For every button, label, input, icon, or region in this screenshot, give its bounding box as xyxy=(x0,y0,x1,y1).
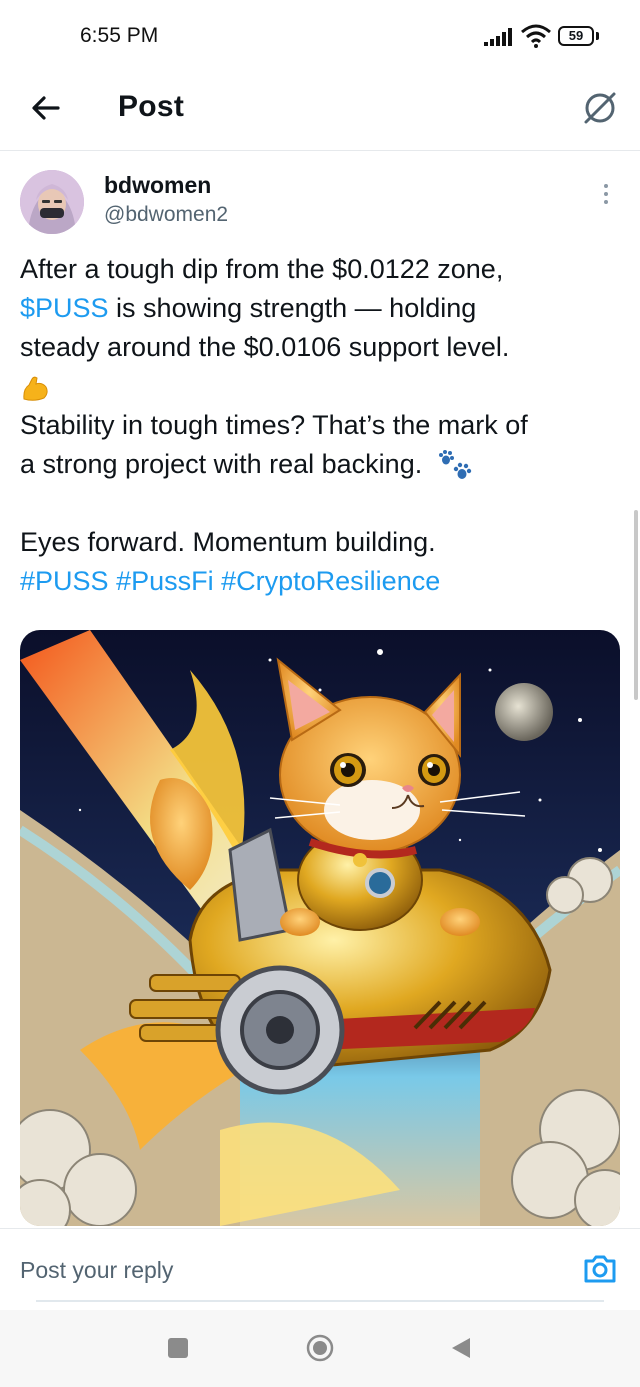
home-icon[interactable] xyxy=(306,1334,334,1362)
hashtag-line: #PUSS #PussFi #CryptoResilience xyxy=(20,562,620,601)
tweet-line: After a tough dip from the $0.0122 zone, xyxy=(20,254,504,284)
scrollbar[interactable] xyxy=(634,510,638,700)
tweet-line: Stability in tough times? That’s the mar… xyxy=(20,410,528,440)
cashtag-link[interactable]: $PUSS xyxy=(20,293,109,323)
flexed-biceps-emoji xyxy=(23,376,48,401)
arrow-left-icon[interactable] xyxy=(28,90,64,126)
battery-tip xyxy=(596,32,599,40)
signal-icon xyxy=(484,28,512,46)
divider xyxy=(36,1300,604,1302)
recent-apps-icon[interactable] xyxy=(168,1338,188,1358)
reply-input[interactable]: Post your reply xyxy=(20,1257,173,1284)
hashtag-link[interactable]: #PussFi xyxy=(116,566,214,596)
camera-icon[interactable] xyxy=(582,1251,618,1287)
paw-prints-emoji xyxy=(438,449,471,479)
tweet-text: After a tough dip from the $0.0122 zone,… xyxy=(20,250,620,601)
status-bar: 6:55 PM 59 xyxy=(0,0,640,72)
tweet-line: Eyes forward. Momentum building. xyxy=(20,527,436,557)
author-name[interactable]: bdwomen xyxy=(104,172,211,199)
tweet-line-text: a strong project with real backing. xyxy=(20,449,423,479)
hashtag-link[interactable]: #CryptoResilience xyxy=(221,566,440,596)
status-time: 6:55 PM xyxy=(80,24,159,47)
tweet-line xyxy=(20,367,620,406)
more-vertical-icon[interactable] xyxy=(596,184,616,210)
tweet-line: $PUSS is showing strength — holding xyxy=(20,289,620,328)
page-title: Post xyxy=(118,90,185,123)
reply-bar: Post your reply xyxy=(0,1228,640,1309)
back-triangle-icon[interactable] xyxy=(450,1336,472,1360)
post-header: Post xyxy=(0,72,640,151)
tweet-line-text: is showing strength — holding xyxy=(108,293,477,323)
tweet-line-empty xyxy=(20,484,620,523)
author-handle[interactable]: @bdwomen2 xyxy=(104,203,228,227)
avatar[interactable] xyxy=(20,170,84,234)
tweet-line: a strong project with real backing. xyxy=(20,445,620,484)
cat-rocket-illustration xyxy=(20,630,620,1226)
system-navigation-bar xyxy=(0,1310,640,1387)
tweet-line: steady around the $0.0106 support level. xyxy=(20,332,510,362)
wifi-icon xyxy=(521,24,551,48)
hashtag-link[interactable]: #PUSS xyxy=(20,566,109,596)
tweet-media-image[interactable] xyxy=(20,630,620,1226)
battery-indicator: 59 xyxy=(558,26,594,46)
avatar-image xyxy=(20,170,84,234)
grok-icon[interactable] xyxy=(580,88,620,128)
